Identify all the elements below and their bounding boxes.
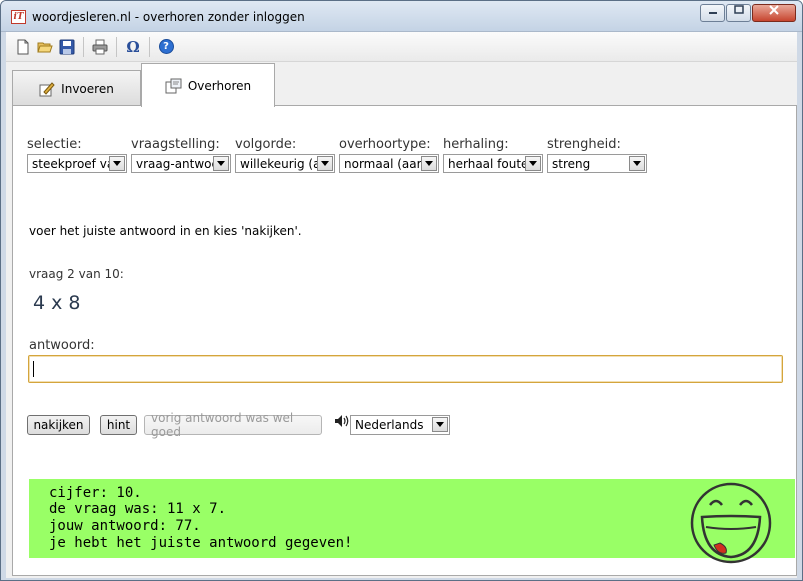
save-button[interactable] xyxy=(56,36,78,58)
volgorde-value: willekeurig (a xyxy=(240,157,321,171)
previous-correct-button[interactable]: vorig antwoord was wel goed xyxy=(144,411,322,439)
overhoortype-label: overhoortype: xyxy=(339,137,431,152)
app-icon: iT xyxy=(11,10,26,24)
toolbar-separator xyxy=(83,36,84,57)
volgorde-label: volgorde: xyxy=(235,137,297,152)
window-controls xyxy=(700,4,796,22)
result-grade: cijfer: 10. xyxy=(49,485,142,501)
title-bar[interactable]: iT woordjesleren.nl - overhoren zonder i… xyxy=(1,1,802,32)
herhaling-dropdown[interactable]: herhaal foute xyxy=(443,154,543,173)
new-button[interactable] xyxy=(12,36,34,58)
chevron-down-icon[interactable] xyxy=(109,156,125,171)
toolbar-separator xyxy=(116,36,117,57)
overhoortype-dropdown[interactable]: normaal (aar xyxy=(339,154,439,173)
herhaling-label: herhaling: xyxy=(443,137,509,152)
toolbar-separator xyxy=(149,36,150,57)
print-icon xyxy=(92,39,108,54)
open-button[interactable] xyxy=(34,36,56,58)
chevron-down-icon[interactable] xyxy=(421,156,437,171)
maximize-button[interactable] xyxy=(726,4,751,22)
app-window: iT woordjesleren.nl - overhoren zonder i… xyxy=(0,0,803,581)
toolbar: Ω ? xyxy=(6,32,797,62)
chevron-down-icon[interactable] xyxy=(432,417,448,432)
tab-overhoren[interactable]: Overhoren xyxy=(141,63,275,107)
chevron-down-icon[interactable] xyxy=(525,156,541,171)
speaker-icon xyxy=(335,415,349,427)
result-box: cijfer: 10. de vraag was: 11 x 7. jouw a… xyxy=(29,479,795,564)
tab-invoeren[interactable]: Invoeren xyxy=(12,70,141,106)
help-icon: ? xyxy=(158,39,174,54)
selectie-label: selectie: xyxy=(27,137,82,152)
result-answer: jouw antwoord: 77. xyxy=(49,518,201,534)
minimize-button[interactable] xyxy=(700,4,725,22)
vraagstelling-dropdown[interactable]: vraag-antwoc xyxy=(131,154,231,173)
strengheid-dropdown[interactable]: streng xyxy=(547,154,647,173)
vraagstelling-label: vraagstelling: xyxy=(131,137,220,152)
window-title: woordjesleren.nl - overhoren zonder inlo… xyxy=(32,10,305,24)
client-area: Ω ? Invoeren Overhoren selectie: steekpr… xyxy=(6,32,797,578)
print-button[interactable] xyxy=(89,36,111,58)
special-characters-button[interactable]: Ω xyxy=(122,36,144,58)
answer-label: antwoord: xyxy=(29,338,95,353)
tab-label: Invoeren xyxy=(61,81,114,96)
question-counter: vraag 2 van 10: xyxy=(29,267,124,281)
maximize-icon xyxy=(733,5,744,14)
open-folder-icon xyxy=(37,42,53,52)
chevron-down-icon[interactable] xyxy=(317,156,333,171)
close-button[interactable] xyxy=(752,4,796,22)
tab-label: Overhoren xyxy=(187,78,252,93)
chevron-down-icon[interactable] xyxy=(213,156,229,171)
nakijken-button[interactable]: nakijken xyxy=(27,415,90,435)
chevron-down-icon[interactable] xyxy=(629,156,645,171)
instruction-text: voer het juiste antwoord in en kies 'nak… xyxy=(29,224,302,238)
quiz-icon xyxy=(165,78,182,93)
new-document-icon xyxy=(17,39,29,54)
speaker-button[interactable] xyxy=(334,413,350,432)
laughing-smiley-icon xyxy=(690,482,772,564)
selectie-dropdown[interactable]: steekproef va xyxy=(27,154,127,173)
overhoortype-value: normaal (aar xyxy=(344,157,422,171)
selectie-value: steekproef va xyxy=(32,157,115,171)
language-value: Nederlands xyxy=(355,418,424,432)
vraagstelling-value: vraag-antwoc xyxy=(136,157,219,171)
result-question: de vraag was: 11 x 7. xyxy=(49,501,227,517)
strengheid-value: streng xyxy=(552,157,591,171)
minimize-icon xyxy=(708,12,717,14)
help-button[interactable]: ? xyxy=(155,36,177,58)
volgorde-dropdown[interactable]: willekeurig (a xyxy=(235,154,335,173)
hint-button[interactable]: hint xyxy=(100,415,137,435)
close-icon xyxy=(769,5,779,15)
edit-icon xyxy=(39,81,55,96)
text-caret xyxy=(33,361,34,377)
answer-input[interactable] xyxy=(28,355,783,383)
save-icon xyxy=(59,39,75,54)
omega-icon: Ω xyxy=(126,37,140,56)
result-verdict: je hebt het juiste antwoord gegeven! xyxy=(49,535,353,551)
herhaling-value: herhaal foute xyxy=(448,157,529,171)
strengheid-label: strengheid: xyxy=(547,137,621,152)
overhoren-panel: selectie: steekproef va vraagstelling: v… xyxy=(12,105,797,576)
language-dropdown[interactable]: Nederlands xyxy=(350,415,450,435)
question-text: 4 x 8 xyxy=(33,292,81,314)
